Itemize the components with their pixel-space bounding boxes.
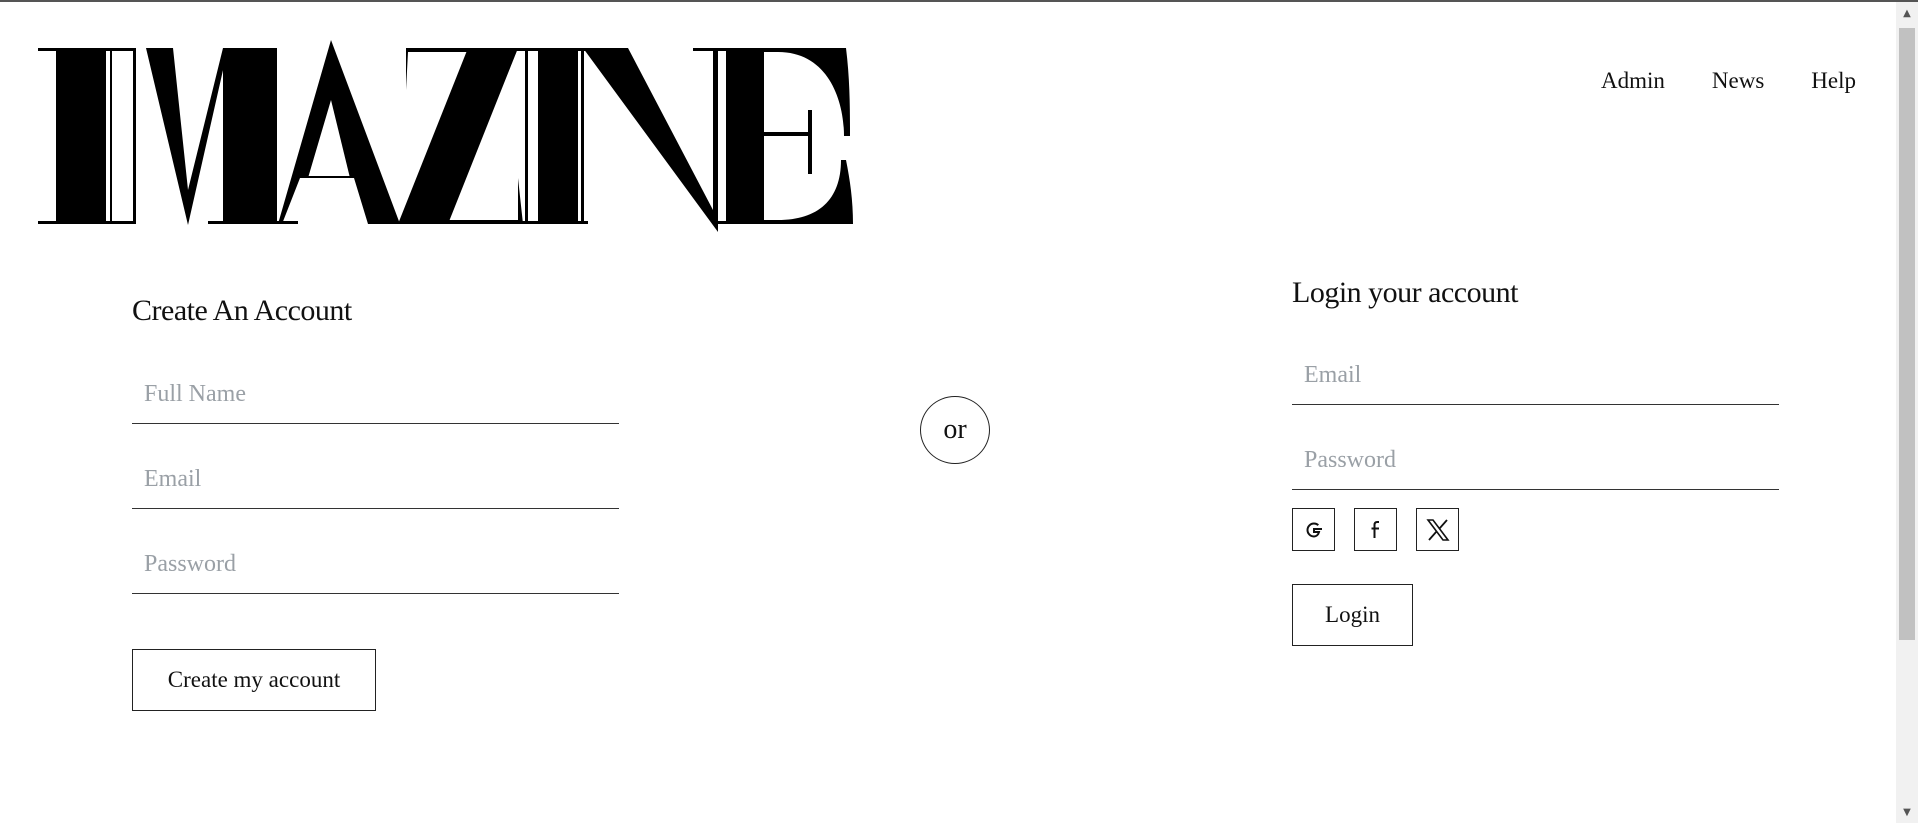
- scrollbar-thumb[interactable]: [1899, 28, 1915, 640]
- login-page: Admin News Help Create An Account Create…: [0, 2, 1896, 823]
- or-divider: or: [920, 396, 990, 464]
- login-email-input[interactable]: [1292, 347, 1779, 405]
- login-button[interactable]: Login: [1292, 584, 1413, 646]
- register-email-input[interactable]: [132, 451, 619, 509]
- or-label: or: [943, 414, 967, 445]
- top-nav: Admin News Help: [1601, 68, 1856, 94]
- facebook-icon: [1371, 520, 1379, 538]
- login-title: Login your account: [1292, 276, 1518, 309]
- register-title: Create An Account: [132, 294, 352, 327]
- google-login-button[interactable]: [1292, 508, 1335, 551]
- scroll-up-icon[interactable]: ▲: [1896, 4, 1918, 22]
- full-name-input[interactable]: [132, 366, 619, 424]
- register-password-input[interactable]: [132, 536, 619, 594]
- nav-news-link[interactable]: News: [1712, 68, 1764, 94]
- x-login-button[interactable]: [1416, 508, 1459, 551]
- create-account-button[interactable]: Create my account: [132, 649, 376, 711]
- vertical-scrollbar[interactable]: ▲ ▼: [1896, 2, 1918, 823]
- site-logo[interactable]: [38, 40, 853, 232]
- nav-help-link[interactable]: Help: [1811, 68, 1856, 94]
- facebook-login-button[interactable]: [1354, 508, 1397, 551]
- scroll-down-icon[interactable]: ▼: [1896, 803, 1918, 821]
- nav-admin-link[interactable]: Admin: [1601, 68, 1665, 94]
- google-icon: [1305, 521, 1322, 538]
- imazine-logo-icon: [38, 40, 853, 232]
- login-password-input[interactable]: [1292, 432, 1779, 490]
- x-icon: [1425, 518, 1450, 541]
